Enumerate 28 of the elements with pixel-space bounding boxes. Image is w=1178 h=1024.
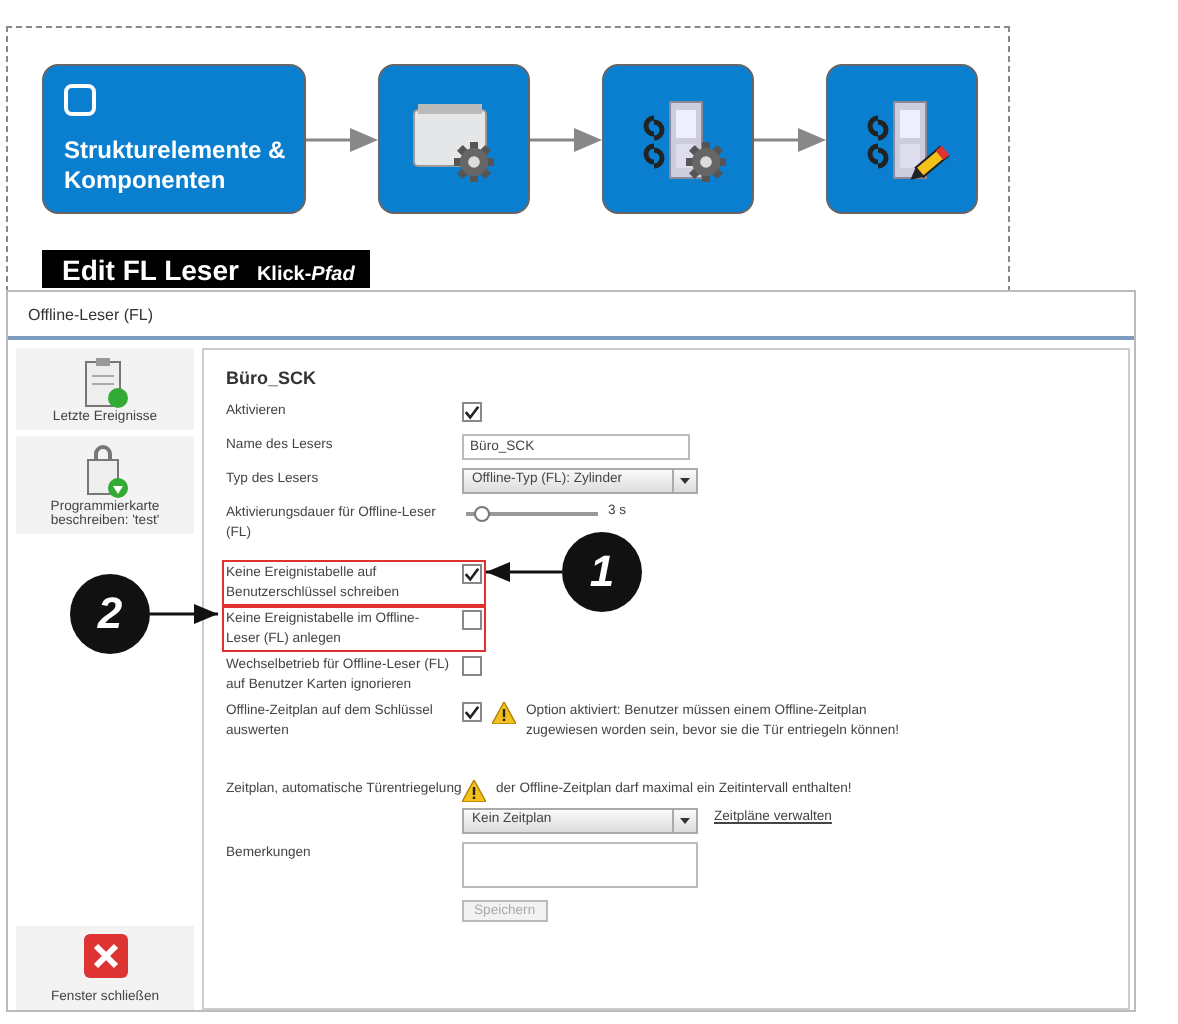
caret-icon — [680, 818, 690, 824]
checkbox[interactable] — [462, 702, 482, 722]
checkbox[interactable] — [462, 402, 482, 422]
callout-arrow — [150, 604, 218, 624]
step-label: Strukturelemente & Komponenten — [64, 136, 288, 196]
warning-icon — [492, 702, 516, 724]
step-tile[interactable] — [602, 64, 754, 214]
callout-arrow — [486, 562, 562, 582]
close-icon — [83, 934, 127, 978]
checkbox[interactable] — [462, 610, 482, 630]
window-title: Offline-Leser (FL) — [8, 292, 1134, 340]
step-tile[interactable] — [826, 64, 978, 214]
remarks-field[interactable] — [462, 842, 698, 888]
square-icon — [64, 84, 96, 116]
step-tile[interactable] — [378, 64, 530, 214]
caption-title: Edit FL Leser — [62, 254, 239, 286]
card-download-icon — [81, 444, 129, 500]
arrow — [754, 127, 826, 151]
checkbox[interactable] — [462, 656, 482, 676]
arrow — [306, 127, 378, 151]
clipboard-icon — [81, 356, 129, 410]
form-heading: Büro_SCK — [226, 368, 319, 388]
step-tile[interactable]: Strukturelemente & Komponenten — [42, 64, 306, 214]
caret-icon — [680, 478, 690, 484]
caption-subtitle: Klick-Pfad — [256, 264, 355, 286]
arrow — [530, 127, 602, 151]
warning-icon — [462, 780, 486, 802]
checkbox[interactable] — [462, 564, 482, 584]
